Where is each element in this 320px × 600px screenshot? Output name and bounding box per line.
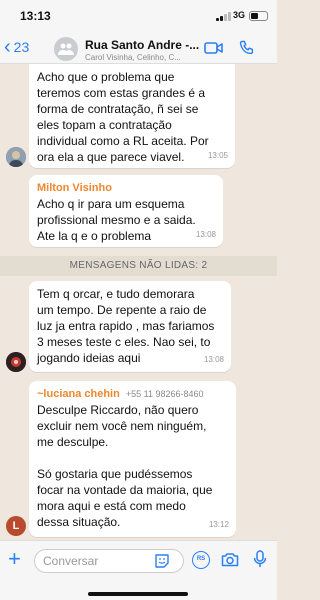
- currency-icon[interactable]: RS: [192, 551, 210, 569]
- message-bubble[interactable]: Tem q orcar, e tudo demorara um tempo. D…: [29, 281, 231, 372]
- signal-icon: [216, 12, 231, 21]
- video-call-icon[interactable]: [204, 41, 224, 55]
- message-time: 13:05: [207, 151, 228, 160]
- unread-separator: MENSAGENS NÃO LIDAS: 2: [0, 256, 277, 276]
- sender-name[interactable]: ~luciana chehin: [37, 386, 120, 402]
- home-indicator: [88, 592, 188, 596]
- sender-avatar[interactable]: L: [6, 516, 26, 536]
- sender-avatar[interactable]: [6, 352, 26, 372]
- sticker-icon[interactable]: [154, 553, 170, 569]
- phone-call-icon[interactable]: [239, 40, 255, 56]
- message-text: Acho que o problema que teremos com esta…: [37, 70, 209, 164]
- message-bubble[interactable]: ~luciana chehin +55 11 98266-8460 Descul…: [29, 381, 236, 537]
- chat-members[interactable]: Carol Visinha, Celinho, C...: [85, 53, 200, 62]
- battery-icon: [249, 11, 268, 21]
- back-button[interactable]: ‹ 23: [4, 36, 30, 58]
- message-time: 13:08: [203, 355, 224, 364]
- message-time: 13:12: [208, 520, 229, 529]
- sender-name[interactable]: Milton Visinho: [37, 180, 215, 196]
- message-text: Acho q ir para um esquema profissional m…: [37, 197, 196, 243]
- attach-plus-icon[interactable]: +: [8, 548, 21, 570]
- message-text: Desculpe Riccardo, não quero excluir nem…: [37, 403, 213, 529]
- group-avatar[interactable]: [54, 37, 78, 61]
- network-type: 3G: [233, 10, 246, 20]
- microphone-icon[interactable]: [253, 550, 267, 568]
- chat-title[interactable]: Rua Santo Andre -...: [85, 38, 200, 52]
- message-text: Tem q orcar, e tudo demorara um tempo. D…: [37, 287, 215, 365]
- chevron-left-icon: ‹: [4, 36, 11, 58]
- sender-avatar[interactable]: [6, 147, 26, 167]
- back-count: 23: [13, 39, 30, 55]
- sender-phone[interactable]: +55 11 98266-8460: [126, 386, 204, 402]
- camera-icon[interactable]: [221, 552, 239, 567]
- message-bubble[interactable]: Acho que o problema que teremos com esta…: [29, 64, 235, 168]
- chat-header: ‹ 23 Rua Santo Andre -... Carol Visinha,…: [0, 34, 277, 64]
- person-photo-icon: [6, 352, 26, 372]
- person-photo-icon: [6, 147, 26, 167]
- status-bar: 13:13 3G: [0, 0, 277, 34]
- group-icon: [58, 43, 74, 55]
- message-composer: + Conversar RS: [0, 540, 277, 600]
- message-time: 13:08: [195, 230, 216, 239]
- message-bubble[interactable]: Milton Visinho Acho q ir para um esquema…: [29, 175, 223, 247]
- status-time: 13:13: [20, 9, 51, 23]
